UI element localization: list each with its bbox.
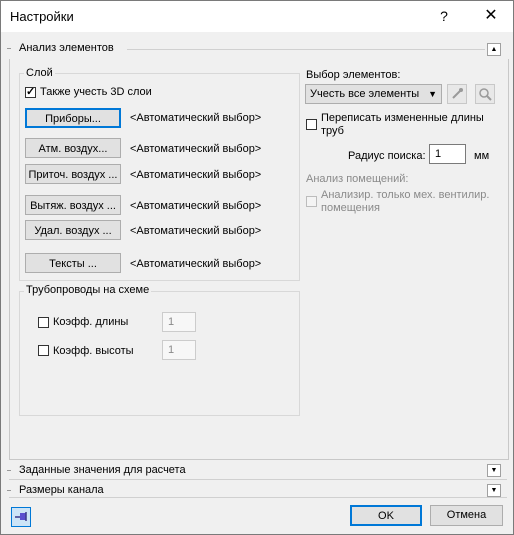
overwrite-lengths-label-line1: Переписать измененные длины xyxy=(321,112,484,124)
removed-air-value: <Автоматический выбор> xyxy=(130,225,262,237)
mech-vent-checkbox[interactable] xyxy=(306,196,317,207)
outdoor-air-button[interactable]: Атм. воздух... xyxy=(25,138,121,158)
search-radius-input[interactable]: 1 xyxy=(429,144,466,164)
devices-value: <Автоматический выбор> xyxy=(130,112,262,124)
texts-button[interactable]: Тексты ... xyxy=(25,253,121,273)
height-coef-input[interactable]: 1 xyxy=(162,340,196,360)
search-icon[interactable] xyxy=(475,84,495,104)
help-button[interactable]: ? xyxy=(433,6,455,26)
cancel-button[interactable]: Отмена xyxy=(430,505,503,526)
length-coef-checkbox[interactable] xyxy=(38,317,49,328)
chevron-down-icon: ▼ xyxy=(428,89,437,99)
expand-setpoints-icon[interactable]: ▼ xyxy=(487,464,501,477)
texts-value: <Автоматический выбор> xyxy=(130,258,262,270)
eyedropper-icon[interactable] xyxy=(447,84,467,104)
divider xyxy=(9,479,507,480)
search-radius-label: Радиус поиска: xyxy=(348,150,426,162)
height-coef-checkbox[interactable] xyxy=(38,345,49,356)
removed-air-button[interactable]: Удал. воздух ... xyxy=(25,220,121,240)
section-title-setpoints: Заданные значения для расчета xyxy=(19,464,186,476)
devices-button[interactable]: Приборы... xyxy=(25,108,121,128)
overwrite-lengths-label-line2: труб xyxy=(321,125,344,137)
exhaust-air-button[interactable]: Вытяж. воздух ... xyxy=(25,195,121,215)
supply-air-value: <Автоматический выбор> xyxy=(130,169,262,181)
collapse-up-icon[interactable]: ▲ xyxy=(487,43,501,56)
ok-button[interactable]: OK xyxy=(350,505,422,526)
mech-vent-label-line2: помещения xyxy=(321,202,380,214)
outdoor-air-value: <Автоматический выбор> xyxy=(130,143,262,155)
include-3d-checkbox[interactable] xyxy=(25,85,36,98)
overwrite-lengths-checkbox[interactable] xyxy=(306,119,317,130)
height-coef-label: Коэфф. высоты xyxy=(53,345,134,357)
room-analysis-label: Анализ помещений: xyxy=(306,173,409,185)
expand-channel-sizes-icon[interactable]: ▼ xyxy=(487,484,501,497)
divider xyxy=(9,497,507,498)
section-title-analysis: Анализ элементов xyxy=(19,42,114,54)
settings-dialog: Настройки ? ✕ Анализ элементов ▲ Слой Та… xyxy=(0,0,514,535)
selection-dropdown-value: Учесть все элементы xyxy=(310,88,420,100)
selection-dropdown[interactable]: Учесть все элементы ▼ xyxy=(305,84,442,104)
pipes-group-title: Трубопроводы на схеме xyxy=(24,284,152,296)
include-3d-label: Также учесть 3D слои xyxy=(40,86,152,98)
close-button[interactable]: ✕ xyxy=(479,6,503,26)
supply-air-button[interactable]: Приточ. воздух ... xyxy=(25,164,121,184)
search-radius-unit: мм xyxy=(474,150,490,162)
section-title-channel-sizes: Размеры канала xyxy=(19,484,104,496)
pin-icon[interactable] xyxy=(11,507,31,527)
window-title: Настройки xyxy=(10,9,74,24)
section-header-setpoints[interactable]: Заданные значения для расчета xyxy=(7,464,501,477)
section-header-analysis[interactable]: Анализ элементов xyxy=(7,42,501,55)
exhaust-air-value: <Автоматический выбор> xyxy=(130,200,262,212)
selection-label: Выбор элементов: xyxy=(306,69,401,81)
layer-group-title: Слой xyxy=(24,67,55,79)
length-coef-label: Коэфф. длины xyxy=(53,316,129,328)
title-bar: Настройки ? ✕ xyxy=(1,1,513,32)
mech-vent-label-line1: Анализир. только мех. вентилир. xyxy=(321,189,490,201)
section-header-channel-sizes[interactable]: Размеры канала xyxy=(7,484,501,497)
length-coef-input[interactable]: 1 xyxy=(162,312,196,332)
